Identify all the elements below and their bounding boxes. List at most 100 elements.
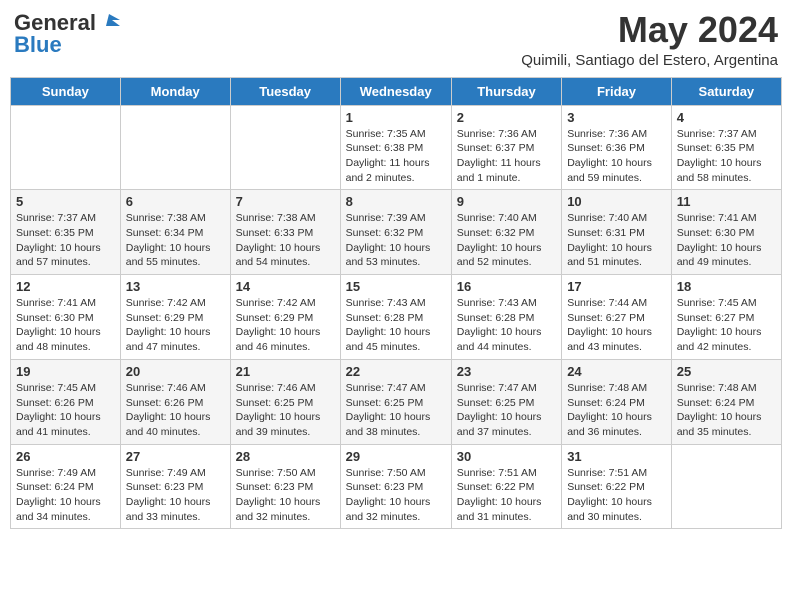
day-info: Sunrise: 7:49 AMSunset: 6:23 PMDaylight:…: [126, 466, 225, 525]
day-number: 2: [457, 110, 556, 125]
calendar-day-cell-4: 4 Sunrise: 7:37 AMSunset: 6:35 PMDaylight…: [671, 105, 781, 190]
day-info: Sunrise: 7:45 AMSunset: 6:26 PMDaylight:…: [16, 381, 115, 440]
calendar-day-cell-14: 14Sunrise: 7:42 AMSunset: 6:29 PMDayligh…: [230, 275, 340, 360]
day-number: 13: [126, 279, 225, 294]
day-number: 19: [16, 364, 115, 379]
calendar-table: SundayMondayTuesdayWednesdayThursdayFrid…: [10, 77, 782, 530]
calendar-empty-cell: [671, 444, 781, 529]
logo: General Blue: [14, 10, 120, 58]
day-info: Sunrise: 7:38 AMSunset: 6:33 PMDaylight:…: [236, 211, 335, 270]
day-number: 30: [457, 449, 556, 464]
weekday-header-friday: Friday: [562, 77, 672, 105]
day-number: 17: [567, 279, 666, 294]
calendar-day-cell-5: 5 Sunrise: 7:37 AMSunset: 6:35 PMDaylight…: [11, 190, 121, 275]
day-info: Sunrise: 7:36 AMSunset: 6:37 PMDaylight:…: [457, 127, 556, 186]
logo-blue-text: Blue: [14, 32, 62, 58]
calendar-day-cell-18: 18 Sunrise: 7:45 AMSunset: 6:27 PMDayligh…: [671, 275, 781, 360]
calendar-day-cell-25: 25 Sunrise: 7:48 AMSunset: 6:24 PMDayligh…: [671, 359, 781, 444]
day-info: Sunrise: 7:40 AMSunset: 6:31 PMDaylight:…: [567, 211, 666, 270]
weekday-header-monday: Monday: [120, 77, 230, 105]
weekday-header-thursday: Thursday: [451, 77, 561, 105]
calendar-day-cell-11: 11 Sunrise: 7:41 AMSunset: 6:30 PMDayligh…: [671, 190, 781, 275]
day-info: Sunrise: 7:50 AMSunset: 6:23 PMDaylight:…: [346, 466, 446, 525]
day-number: 7: [236, 194, 335, 209]
calendar-day-cell-22: 22Sunrise: 7:47 AMSunset: 6:25 PMDayligh…: [340, 359, 451, 444]
day-info: Sunrise: 7:44 AMSunset: 6:27 PMDaylight:…: [567, 296, 666, 355]
day-info: Sunrise: 7:42 AMSunset: 6:29 PMDaylight:…: [126, 296, 225, 355]
calendar-day-cell-10: 10Sunrise: 7:40 AMSunset: 6:31 PMDayligh…: [562, 190, 672, 275]
day-number: 24: [567, 364, 666, 379]
calendar-day-cell-3: 3Sunrise: 7:36 AMSunset: 6:36 PMDaylight…: [562, 105, 672, 190]
day-info: Sunrise: 7:38 AMSunset: 6:34 PMDaylight:…: [126, 211, 225, 270]
day-info: Sunrise: 7:42 AMSunset: 6:29 PMDaylight:…: [236, 296, 335, 355]
day-info: Sunrise: 7:39 AMSunset: 6:32 PMDaylight:…: [346, 211, 446, 270]
calendar-day-cell-21: 21 Sunrise: 7:46 AMSunset: 6:25 PMDayligh…: [230, 359, 340, 444]
calendar-day-cell-2: 2 Sunrise: 7:36 AMSunset: 6:37 PMDaylight…: [451, 105, 561, 190]
day-number: 28: [236, 449, 335, 464]
header: General Blue May 2024 Quimili, Santiago …: [10, 10, 782, 69]
calendar-week-row: 26Sunrise: 7:49 AMSunset: 6:24 PMDayligh…: [11, 444, 782, 529]
calendar-week-row: 5 Sunrise: 7:37 AMSunset: 6:35 PMDaylight…: [11, 190, 782, 275]
calendar-week-row: 1 Sunrise: 7:35 AMSunset: 6:38 PMDaylight…: [11, 105, 782, 190]
weekday-header-wednesday: Wednesday: [340, 77, 451, 105]
day-number: 26: [16, 449, 115, 464]
day-info: Sunrise: 7:47 AMSunset: 6:25 PMDaylight:…: [346, 381, 446, 440]
calendar-day-cell-23: 23 Sunrise: 7:47 AMSunset: 6:25 PMDayligh…: [451, 359, 561, 444]
calendar-day-cell-9: 9Sunrise: 7:40 AMSunset: 6:32 PMDaylight…: [451, 190, 561, 275]
day-info: Sunrise: 7:46 AMSunset: 6:25 PMDaylight:…: [236, 381, 335, 440]
calendar-day-cell-29: 29 Sunrise: 7:50 AMSunset: 6:23 PMDayligh…: [340, 444, 451, 529]
day-number: 5: [16, 194, 115, 209]
calendar-day-cell-24: 24 Sunrise: 7:48 AMSunset: 6:24 PMDayligh…: [562, 359, 672, 444]
day-info: Sunrise: 7:37 AMSunset: 6:35 PMDaylight:…: [677, 127, 776, 186]
day-info: Sunrise: 7:48 AMSunset: 6:24 PMDaylight:…: [677, 381, 776, 440]
calendar-day-cell-1: 1 Sunrise: 7:35 AMSunset: 6:38 PMDaylight…: [340, 105, 451, 190]
calendar-day-cell-26: 26Sunrise: 7:49 AMSunset: 6:24 PMDayligh…: [11, 444, 121, 529]
calendar-day-cell-28: 28 Sunrise: 7:50 AMSunset: 6:23 PMDayligh…: [230, 444, 340, 529]
day-info: Sunrise: 7:43 AMSunset: 6:28 PMDaylight:…: [457, 296, 556, 355]
day-info: Sunrise: 7:43 AMSunset: 6:28 PMDaylight:…: [346, 296, 446, 355]
day-number: 15: [346, 279, 446, 294]
calendar-empty-cell: [230, 105, 340, 190]
logo-bird-icon: [98, 12, 120, 34]
day-info: Sunrise: 7:47 AMSunset: 6:25 PMDaylight:…: [457, 381, 556, 440]
calendar-day-cell-6: 6Sunrise: 7:38 AMSunset: 6:34 PMDaylight…: [120, 190, 230, 275]
calendar-day-cell-19: 19 Sunrise: 7:45 AMSunset: 6:26 PMDayligh…: [11, 359, 121, 444]
day-number: 20: [126, 364, 225, 379]
location-subtitle: Quimili, Santiago del Estero, Argentina: [521, 52, 778, 69]
calendar-empty-cell: [120, 105, 230, 190]
day-number: 3: [567, 110, 666, 125]
day-info: Sunrise: 7:40 AMSunset: 6:32 PMDaylight:…: [457, 211, 556, 270]
weekday-header-saturday: Saturday: [671, 77, 781, 105]
day-info: Sunrise: 7:37 AMSunset: 6:35 PMDaylight:…: [16, 211, 115, 270]
day-info: Sunrise: 7:45 AMSunset: 6:27 PMDaylight:…: [677, 296, 776, 355]
calendar-day-cell-12: 12 Sunrise: 7:41 AMSunset: 6:30 PMDayligh…: [11, 275, 121, 360]
day-number: 31: [567, 449, 666, 464]
calendar-day-cell-20: 20 Sunrise: 7:46 AMSunset: 6:26 PMDayligh…: [120, 359, 230, 444]
day-info: Sunrise: 7:51 AMSunset: 6:22 PMDaylight:…: [457, 466, 556, 525]
day-info: Sunrise: 7:50 AMSunset: 6:23 PMDaylight:…: [236, 466, 335, 525]
day-info: Sunrise: 7:41 AMSunset: 6:30 PMDaylight:…: [677, 211, 776, 270]
calendar-day-cell-27: 27Sunrise: 7:49 AMSunset: 6:23 PMDayligh…: [120, 444, 230, 529]
day-number: 1: [346, 110, 446, 125]
day-info: Sunrise: 7:51 AMSunset: 6:22 PMDaylight:…: [567, 466, 666, 525]
day-info: Sunrise: 7:41 AMSunset: 6:30 PMDaylight:…: [16, 296, 115, 355]
day-number: 12: [16, 279, 115, 294]
day-number: 25: [677, 364, 776, 379]
day-number: 8: [346, 194, 446, 209]
day-number: 21: [236, 364, 335, 379]
day-info: Sunrise: 7:48 AMSunset: 6:24 PMDaylight:…: [567, 381, 666, 440]
day-number: 18: [677, 279, 776, 294]
calendar-day-cell-17: 17 Sunrise: 7:44 AMSunset: 6:27 PMDayligh…: [562, 275, 672, 360]
day-info: Sunrise: 7:35 AMSunset: 6:38 PMDaylight:…: [346, 127, 446, 186]
day-info: Sunrise: 7:46 AMSunset: 6:26 PMDaylight:…: [126, 381, 225, 440]
day-number: 4: [677, 110, 776, 125]
page-container: General Blue May 2024 Quimili, Santiago …: [10, 10, 782, 529]
calendar-day-cell-15: 15 Sunrise: 7:43 AMSunset: 6:28 PMDayligh…: [340, 275, 451, 360]
day-number: 29: [346, 449, 446, 464]
calendar-day-cell-7: 7 Sunrise: 7:38 AMSunset: 6:33 PMDaylight…: [230, 190, 340, 275]
calendar-day-cell-8: 8 Sunrise: 7:39 AMSunset: 6:32 PMDaylight…: [340, 190, 451, 275]
weekday-header-tuesday: Tuesday: [230, 77, 340, 105]
day-number: 11: [677, 194, 776, 209]
day-number: 23: [457, 364, 556, 379]
calendar-week-row: 12 Sunrise: 7:41 AMSunset: 6:30 PMDayligh…: [11, 275, 782, 360]
